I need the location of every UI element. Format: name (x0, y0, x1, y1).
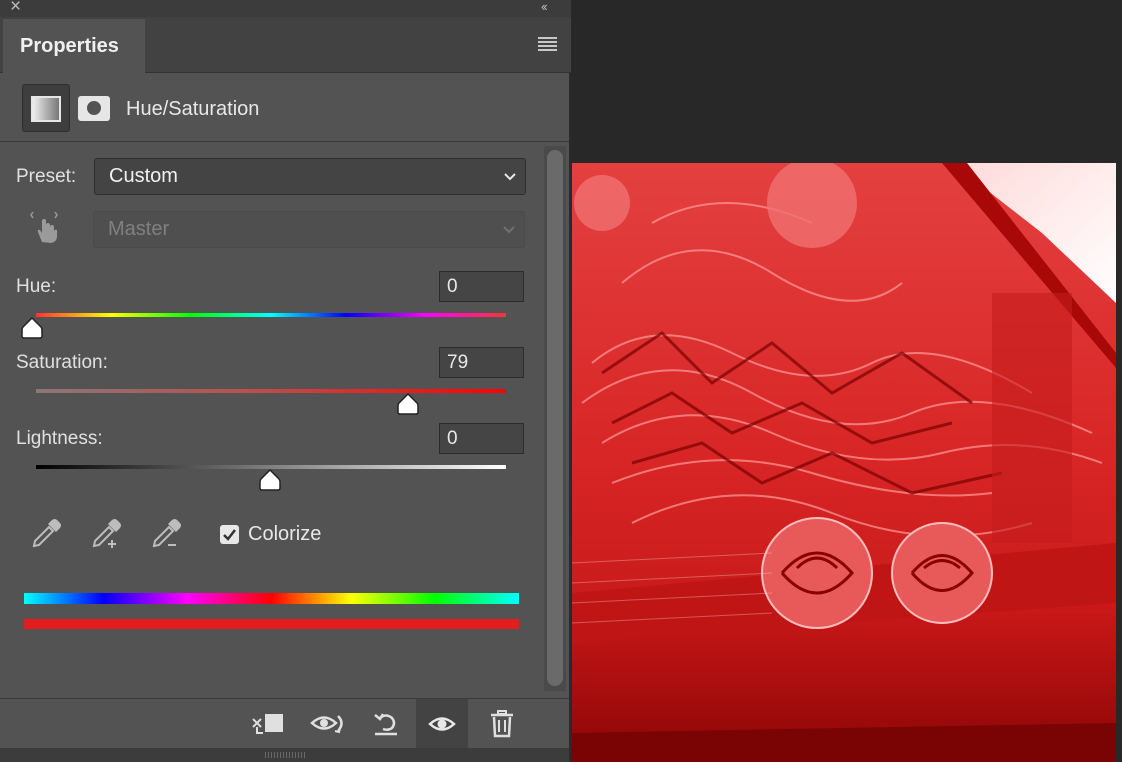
lightness-input[interactable]: 0 (439, 423, 524, 454)
channel-value: Master (108, 218, 170, 240)
saturation-label: Saturation: (16, 352, 108, 373)
adjustment-layer-icon[interactable] (22, 84, 70, 132)
collapse-icon[interactable]: ‹‹ (541, 0, 548, 14)
eyedropper-add-icon[interactable] (90, 516, 124, 550)
preset-value: Custom (109, 165, 178, 187)
properties-panel: × ‹‹ Properties Hue/Saturation Preset: C… (0, 0, 571, 762)
adjustment-title: Hue/Saturation (126, 98, 260, 120)
layer-mask-icon[interactable] (78, 96, 110, 121)
panel-top-strip: × ‹‹ (0, 0, 571, 17)
adjustment-header: Hue/Saturation (0, 74, 569, 142)
saturation-input[interactable]: 79 (439, 347, 524, 378)
trash-icon[interactable] (476, 699, 528, 749)
panel-tab-bar: Properties (0, 17, 571, 74)
panel-footer (0, 698, 569, 749)
hue-slider-thumb[interactable] (20, 317, 44, 339)
hue-slider-track[interactable] (36, 313, 506, 317)
lightness-slider-thumb[interactable] (258, 469, 282, 491)
saturation-slider-thumb[interactable] (396, 393, 420, 415)
on-image-adjust-hand-icon[interactable] (30, 211, 62, 246)
input-color-spectrum (24, 593, 519, 604)
colorize-checkbox[interactable] (220, 525, 239, 544)
chevron-down-icon (503, 159, 517, 207)
panel-menu-icon[interactable] (538, 37, 557, 51)
visibility-eye-icon[interactable] (416, 699, 468, 749)
colorize-label[interactable]: Colorize (248, 523, 321, 546)
clip-to-layer-icon[interactable] (242, 699, 294, 749)
hue-label: Hue: (16, 276, 57, 297)
eyedropper-subtract-icon[interactable] (150, 516, 184, 550)
saturation-slider-track[interactable] (36, 389, 506, 393)
view-previous-state-icon[interactable] (302, 699, 354, 749)
panel-scrollbar[interactable] (544, 146, 566, 691)
resize-grip[interactable] (265, 752, 305, 758)
scrollbar-thumb[interactable] (547, 150, 563, 686)
chevron-down-icon (502, 212, 516, 260)
hue-input[interactable]: 0 (439, 271, 524, 302)
reset-icon[interactable] (360, 699, 412, 749)
preset-dropdown[interactable]: Custom (94, 158, 526, 195)
canvas-image[interactable] (572, 163, 1116, 762)
mural-photo (572, 163, 1116, 762)
close-icon[interactable]: × (10, 0, 21, 17)
eyedropper-icon[interactable] (30, 516, 64, 550)
lightness-label: Lightness: (16, 428, 103, 449)
channel-dropdown[interactable]: Master (93, 211, 525, 248)
app-root: × ‹‹ Properties Hue/Saturation Preset: C… (0, 0, 1122, 762)
output-color-bar (24, 619, 519, 629)
tab-properties[interactable]: Properties (3, 19, 145, 74)
preset-label: Preset: (16, 166, 77, 187)
